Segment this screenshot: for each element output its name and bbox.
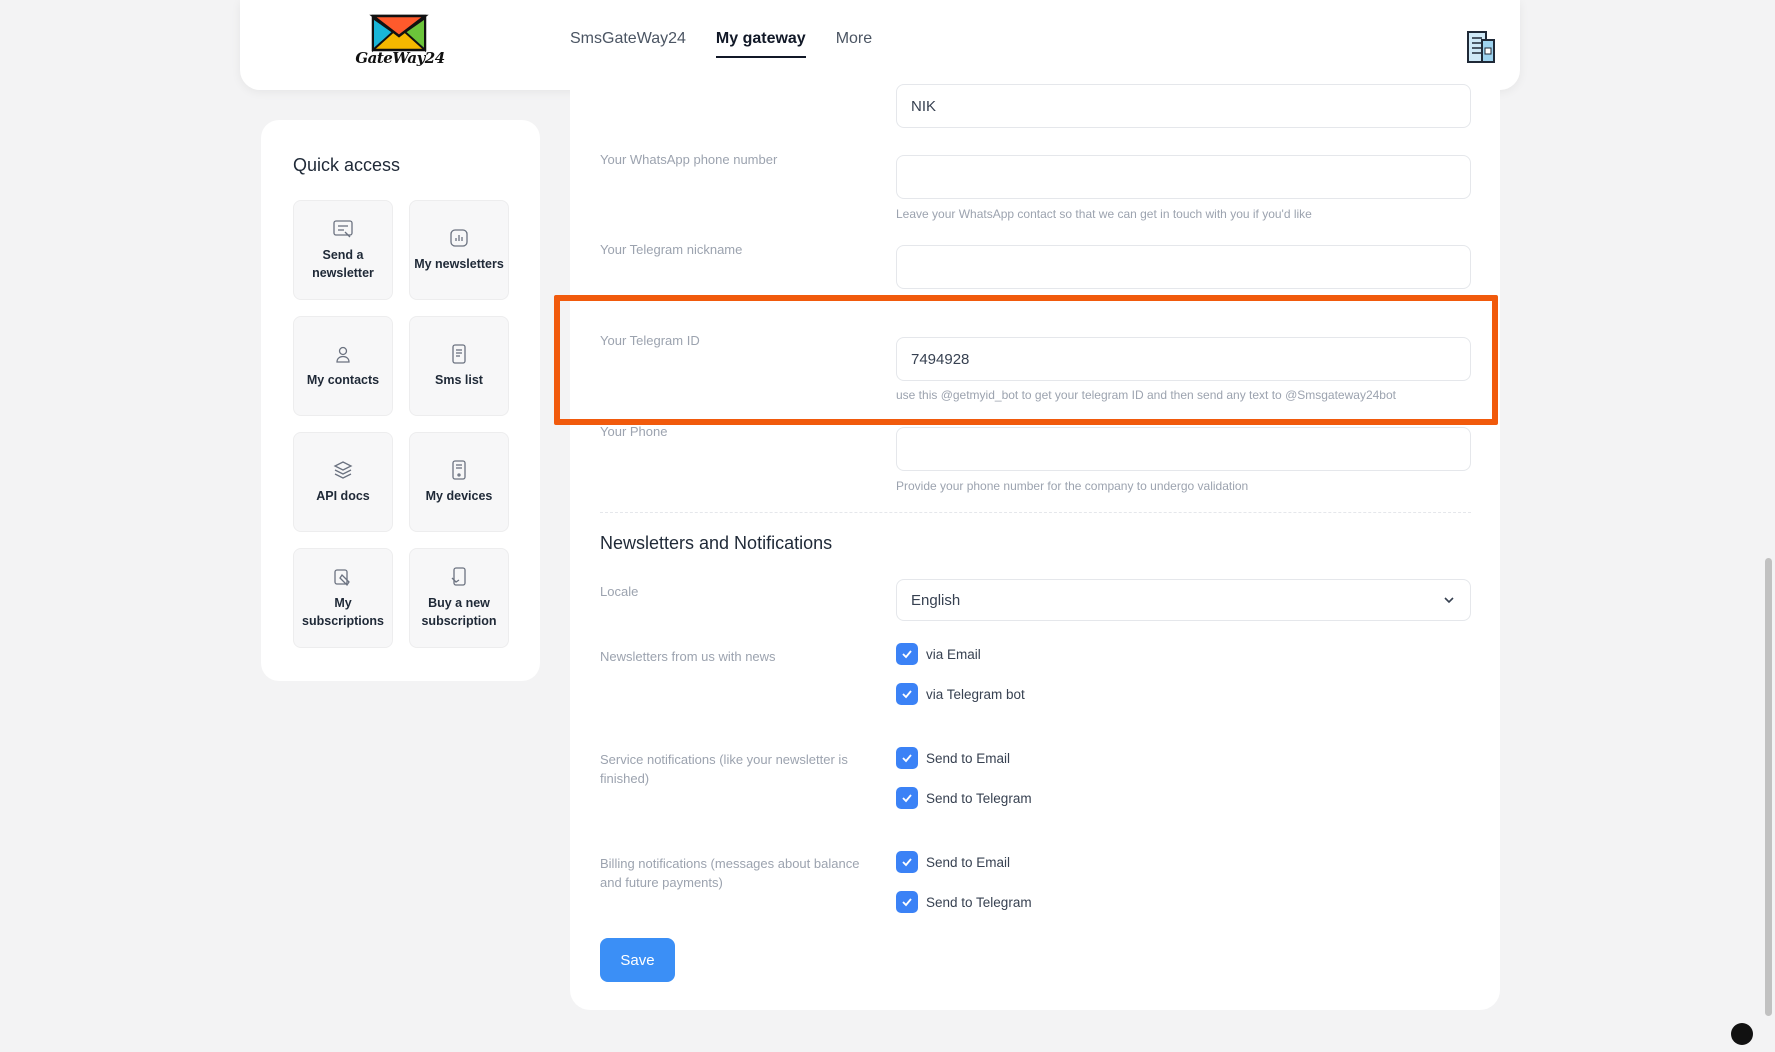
locale-select[interactable]: English	[896, 579, 1471, 621]
device-icon	[452, 460, 466, 480]
checkbox-label: Send to Email	[926, 854, 1011, 870]
nav-my-gateway[interactable]: My gateway	[715, 30, 806, 58]
billing-telegram-checkbox[interactable]: Send to Telegram	[896, 891, 1032, 913]
layers-icon	[333, 461, 353, 479]
building-avatar-icon	[1467, 31, 1495, 63]
sidebar-title: Quick access	[293, 155, 401, 175]
tile-label: Sms list	[435, 373, 483, 387]
whatsapp-hint: Leave your WhatsApp contact so that we c…	[896, 207, 1312, 221]
service-email-checkbox[interactable]: Send to Email	[896, 747, 1010, 769]
name-field[interactable]: NIK	[896, 84, 1471, 128]
subscriptions-icon	[334, 569, 350, 587]
chevron-down-icon	[1444, 597, 1454, 604]
page-scrollbar[interactable]	[1762, 0, 1775, 1052]
telegram-id-label: Your Telegram ID	[600, 333, 700, 348]
telegram-id-field[interactable]: 7494928	[896, 337, 1471, 381]
chart-icon	[450, 229, 468, 247]
tile-buy-subscription[interactable]: Buy a new subscription	[409, 548, 509, 648]
avatar[interactable]	[1462, 26, 1498, 66]
tile-label: API docs	[316, 489, 370, 503]
quick-access-panel: Quick access Send a newsletter My newsle…	[261, 120, 540, 681]
tile-label: My newsletters	[414, 257, 504, 271]
tile-my-devices[interactable]: My devices	[409, 432, 509, 532]
service-notifications-label: Service notifications (like your newslet…	[600, 752, 848, 786]
quick-access-tiles: Send a newsletter My newsletters My cont…	[293, 200, 509, 648]
checkbox-checked-icon	[896, 747, 918, 769]
telegram-nickname-field[interactable]	[896, 245, 1471, 289]
checkbox-label: Send to Telegram	[926, 894, 1032, 910]
checkbox-label: via Email	[926, 646, 981, 662]
nav-smsgateway24[interactable]: SmsGateWay24	[570, 30, 686, 58]
locale-label: Locale	[600, 584, 639, 599]
checkbox-checked-icon	[896, 851, 918, 873]
newsletter-send-icon	[333, 220, 353, 238]
tile-send-newsletter[interactable]: Send a newsletter	[293, 200, 393, 300]
phone-label: Your Phone	[600, 424, 668, 439]
tile-label: Buy a new subscription	[421, 596, 497, 628]
tile-my-newsletters[interactable]: My newsletters	[409, 200, 509, 300]
newsletter-email-checkbox[interactable]: via Email	[896, 643, 981, 665]
newsletters-label: Newsletters from us with news	[600, 649, 776, 664]
section-title: Newsletters and Notifications	[600, 533, 833, 553]
tile-my-contacts[interactable]: My contacts	[293, 316, 393, 416]
scroll-thumb[interactable]	[1765, 558, 1772, 1016]
logo-text: GateWay24	[355, 49, 445, 67]
sms-icon	[452, 344, 466, 364]
checkbox-checked-icon	[896, 683, 918, 705]
billing-email-checkbox[interactable]: Send to Email	[896, 851, 1010, 873]
checkbox-label: via Telegram bot	[926, 686, 1025, 702]
logo[interactable]: GateWay24	[355, 14, 445, 74]
locale-value: English	[911, 591, 961, 609]
user-icon	[336, 346, 350, 363]
phone-hint: Provide your phone number for the compan…	[896, 479, 1249, 493]
billing-notifications-label: Billing notifications (messages about ba…	[600, 856, 860, 890]
nav-more[interactable]: More	[836, 30, 872, 58]
buy-subscription-icon	[451, 567, 466, 586]
tile-my-subscriptions[interactable]: My subscriptions	[293, 548, 393, 648]
checkbox-label: Send to Telegram	[926, 790, 1032, 806]
service-telegram-checkbox[interactable]: Send to Telegram	[896, 787, 1032, 809]
save-button[interactable]: Save	[600, 938, 675, 982]
section-divider	[600, 512, 1471, 513]
tile-sms-list[interactable]: Sms list	[409, 316, 509, 416]
tile-label: My devices	[425, 489, 493, 503]
checkbox-checked-icon	[896, 891, 918, 913]
whatsapp-label: Your WhatsApp phone number	[600, 152, 778, 167]
whatsapp-field[interactable]	[896, 155, 1471, 199]
tile-label: My contacts	[306, 373, 380, 387]
tile-label: My subscriptions	[302, 596, 384, 628]
symfony-toolbar-icon[interactable]	[1731, 1023, 1753, 1045]
tile-label: Send a newsletter	[312, 248, 374, 280]
phone-field[interactable]	[896, 427, 1471, 471]
envelope-logo-icon	[369, 14, 429, 53]
settings-form: NIK Your WhatsApp phone number Leave you…	[570, 70, 1500, 1010]
main-nav: SmsGateWay24 My gateway More	[570, 30, 872, 58]
checkbox-label: Send to Email	[926, 750, 1011, 766]
newsletter-telegram-checkbox[interactable]: via Telegram bot	[896, 683, 1025, 705]
tile-api-docs[interactable]: API docs	[293, 432, 393, 532]
checkbox-checked-icon	[896, 787, 918, 809]
telegram-nickname-label: Your Telegram nickname	[600, 242, 743, 257]
checkbox-checked-icon	[896, 643, 918, 665]
telegram-id-hint: use this @getmyid_bot to get your telegr…	[896, 388, 1396, 402]
